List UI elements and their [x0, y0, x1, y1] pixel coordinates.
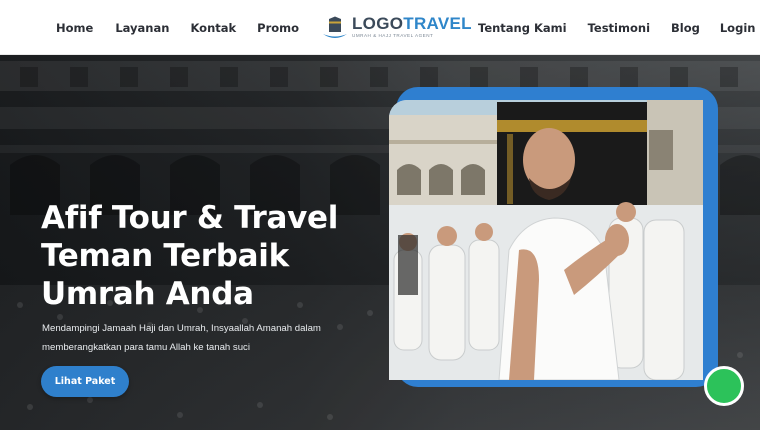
whatsapp-chat-icon[interactable]: [704, 366, 744, 406]
hero-title-line-2: Teman Terbaik: [41, 238, 289, 274]
pilgrims-photo: [389, 100, 703, 380]
hero-title: Afif Tour & Travel Teman Terbaik Umrah A…: [41, 199, 381, 313]
site-header: Home Layanan Kontak Promo LOGOTRAVEL UMR…: [0, 0, 760, 55]
kaaba-logo-icon: [320, 12, 350, 42]
hero-description: Mendampingi Jamaah Haji dan Umrah, Insya…: [42, 323, 321, 353]
nav-testimoni[interactable]: Testimoni: [588, 21, 650, 35]
hero-title-line-3: Umrah Anda: [41, 276, 254, 312]
lihat-paket-button[interactable]: Lihat Paket: [41, 366, 129, 397]
hero-title-line-1: Afif Tour & Travel: [41, 200, 339, 236]
nav-kontak[interactable]: Kontak: [190, 21, 236, 35]
hero-photo: [389, 100, 703, 380]
logo-title-part1: LOGO: [352, 14, 404, 34]
logo-tagline: UMRAH & HAJJ TRAVEL AGENT: [352, 33, 434, 39]
nav-login[interactable]: Login: [720, 21, 756, 35]
primary-nav-left: Home Layanan Kontak Promo: [56, 0, 299, 55]
nav-promo[interactable]: Promo: [257, 21, 299, 35]
nav-home[interactable]: Home: [56, 21, 93, 35]
primary-nav-right: Tentang Kami Testimoni Blog Login: [478, 0, 755, 55]
nav-layanan[interactable]: Layanan: [115, 21, 169, 35]
nav-blog[interactable]: Blog: [671, 21, 700, 35]
nav-tentang-kami[interactable]: Tentang Kami: [478, 21, 567, 35]
site-logo[interactable]: LOGOTRAVEL UMRAH & HAJJ TRAVEL AGENT: [320, 11, 472, 43]
logo-wordmark: LOGOTRAVEL UMRAH & HAJJ TRAVEL AGENT: [352, 15, 472, 39]
logo-title: LOGOTRAVEL: [352, 15, 472, 32]
logo-title-part2: TRAVEL: [403, 14, 472, 34]
